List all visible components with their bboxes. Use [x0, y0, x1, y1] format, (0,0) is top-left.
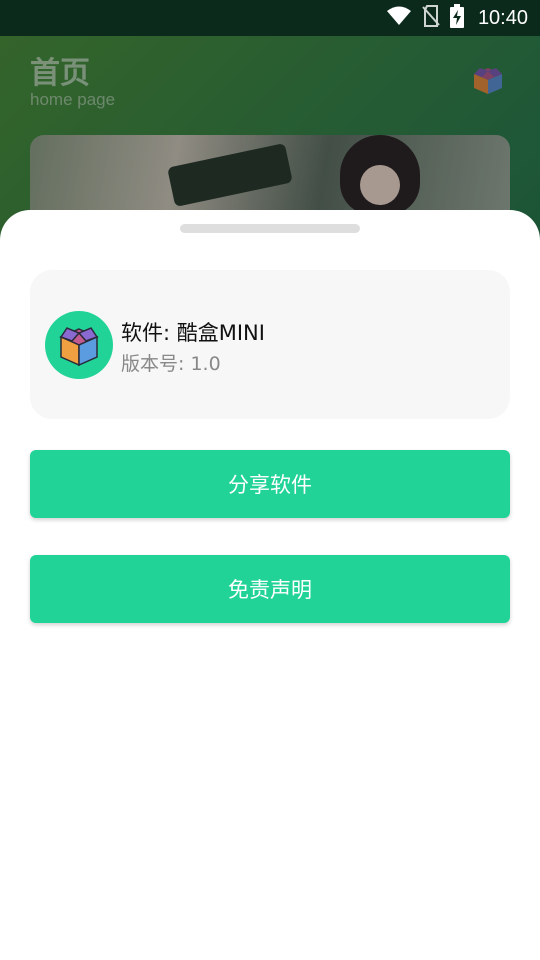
- app-box-icon: [45, 311, 113, 379]
- screen: 首页 home page 10:40 软件: 酷盒MINI 版本号: 1.0 分…: [0, 0, 540, 960]
- app-version: 版本号: 1.0: [121, 353, 221, 375]
- status-time: 10:40: [477, 6, 528, 29]
- wifi-icon: [386, 6, 412, 30]
- disclaimer-button[interactable]: 免责声明: [30, 555, 510, 623]
- app-name: 软件: 酷盒MINI: [121, 321, 265, 345]
- sheet-drag-handle[interactable]: [180, 224, 360, 233]
- bottom-sheet: 软件: 酷盒MINI 版本号: 1.0 分享软件 免责声明: [0, 210, 540, 960]
- status-bar: 10:40: [0, 0, 540, 36]
- no-sim-icon: [422, 5, 440, 31]
- battery-charging-icon: [449, 4, 464, 32]
- app-info-card: 软件: 酷盒MINI 版本号: 1.0: [30, 270, 510, 419]
- share-app-button[interactable]: 分享软件: [30, 450, 510, 518]
